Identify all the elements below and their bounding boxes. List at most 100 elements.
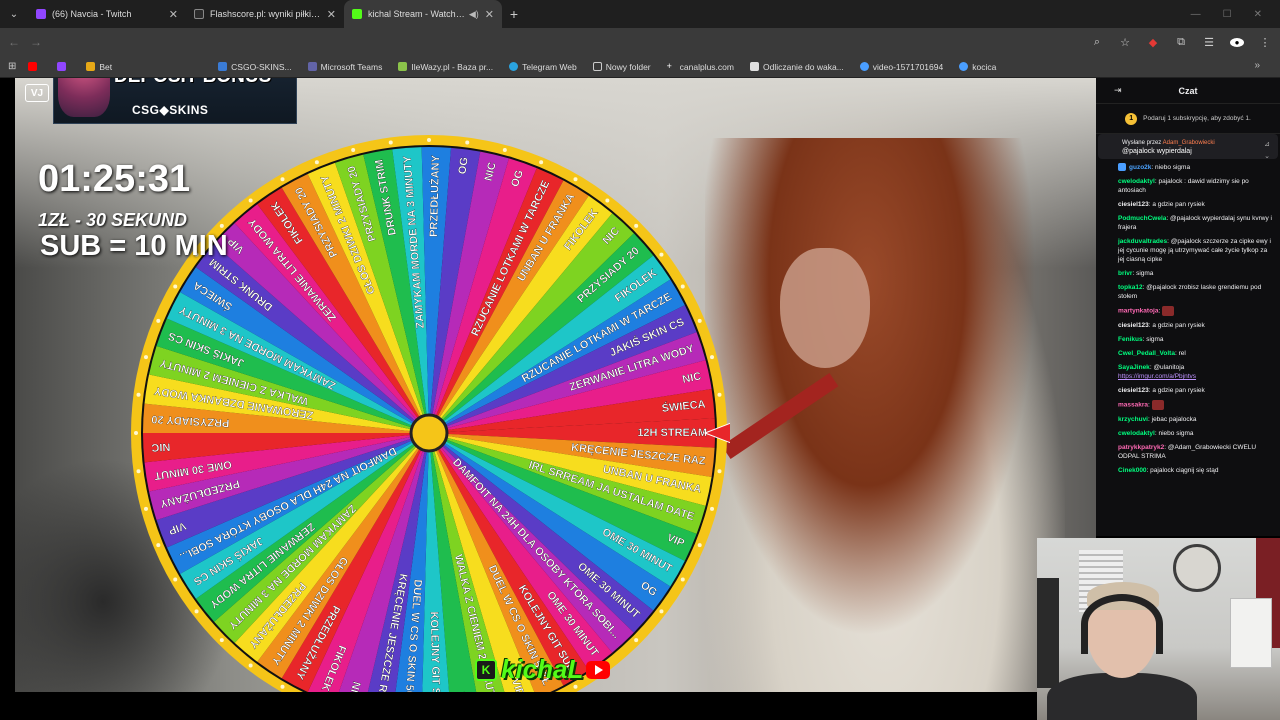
extension-red-icon[interactable]: ◆	[1146, 36, 1160, 49]
chat-link[interactable]: https://imgur.com/a/Pbjntvs	[1118, 373, 1196, 380]
chat-username[interactable]: massakra	[1118, 402, 1148, 409]
zoom-icon[interactable]: ⌕	[1090, 36, 1104, 49]
bookmark-icon	[749, 62, 759, 71]
forward-icon[interactable]: →	[30, 35, 52, 49]
chat-messages: guzo2k: niebo sigma cweloda​ktyl: pajaloc…	[1096, 159, 1280, 475]
wheel-rim-light	[680, 577, 685, 582]
tab-flashscore[interactable]: Flashscore.pl: wyniki piłki nożnej ✕	[186, 0, 344, 28]
bookmark-ilewazy[interactable]: IleWazy.pl - Baza pr...	[398, 62, 493, 72]
chat-username[interactable]: ciesiel123	[1118, 322, 1149, 329]
chat-username[interactable]: guzo2k	[1129, 164, 1151, 171]
tab-search-icon[interactable]: ⌄	[0, 0, 28, 28]
extensions-icon[interactable]: ⧉	[1174, 36, 1188, 49]
bookmark-canalplus[interactable]: + canalplus.com	[667, 62, 734, 72]
minimize-icon[interactable]: —	[1191, 9, 1201, 20]
youtube-icon	[28, 62, 38, 71]
close-icon[interactable]: ✕	[169, 8, 178, 21]
chat-username[interactable]: Cinek000	[1118, 467, 1147, 474]
wheel-rim-light	[219, 223, 224, 228]
wall-clock	[1173, 544, 1221, 592]
maximize-icon[interactable]: ☐	[1223, 9, 1232, 20]
chat-username[interactable]: martynkatoja	[1118, 308, 1158, 315]
chat-text: niebo sigma	[1158, 430, 1194, 437]
stream-video[interactable]: 12H STREAM KRĘCENIE JESZCZE RAZ UNBAN U FR…	[15, 78, 1096, 692]
chat-username[interactable]: topka12	[1118, 284, 1143, 291]
wheel-rim-light	[605, 198, 610, 203]
bookmark-label: Odliczanie do waka...	[762, 61, 844, 72]
chat-username[interactable]: brivr	[1118, 270, 1132, 277]
csgo-skins-ad[interactable]: GET $0.50 + 10% DEPOSIT BONUS CSG◆SKINS	[53, 78, 297, 124]
tab-title: (66) Navcia - Twitch	[52, 9, 132, 19]
canalplus-icon: +	[666, 61, 672, 71]
chat-username[interactable]: jackduvaltrades	[1118, 238, 1167, 245]
reading-list-icon[interactable]: ☰	[1202, 36, 1216, 49]
flashscore-icon	[194, 9, 204, 19]
chevron-down-icon[interactable]: ⌄	[1264, 152, 1270, 160]
tab-kick-stream[interactable]: kichal Stream - Watch Live ◀) ✕	[344, 0, 502, 28]
profile-icon[interactable]: ●	[1230, 37, 1244, 47]
wheel-rim-light	[280, 177, 285, 182]
bookmark-kocica[interactable]: kocica	[959, 62, 996, 72]
chat-username[interactable]: patrykkpatryk2	[1118, 444, 1164, 451]
chat-username[interactable]: krzychuvi	[1118, 416, 1148, 423]
wheel-rim-light	[173, 284, 178, 289]
speaker-icon[interactable]: ◀)	[469, 9, 479, 20]
collapse-chat-icon[interactable]: ⇥	[1114, 85, 1122, 96]
wheel-rim-light	[143, 506, 148, 511]
video-person-face	[780, 248, 870, 368]
bookmark-label: Bet	[99, 61, 113, 72]
tab-title: kichal Stream - Watch Live	[368, 9, 465, 19]
bookmark-bet[interactable]: Bet	[86, 62, 112, 72]
chat-username[interactable]: Cwel_Pedall_Volta	[1118, 350, 1175, 357]
back-icon[interactable]: ←	[8, 35, 30, 49]
new-tab-button[interactable]: +	[502, 6, 526, 22]
bookmark-csgo-skins[interactable]: CSGO-SKINS...	[218, 62, 292, 72]
chat-text: sigma	[1146, 336, 1164, 343]
wheel-rim-light	[634, 223, 639, 228]
prize-wheel: 12H STREAMKRĘCENIE JESZCZE RAZUNBAN U FR…	[131, 135, 730, 692]
chat-username[interactable]: ciesiel123	[1118, 201, 1149, 208]
star-icon[interactable]: ☆	[1118, 36, 1132, 49]
close-window-icon[interactable]: ✕	[1254, 9, 1262, 20]
wheel-rim-light	[573, 684, 578, 689]
chat-username[interactable]: cweloda​ktyl	[1118, 178, 1155, 185]
wheel-rim-light	[314, 160, 319, 165]
folder-icon	[592, 62, 602, 71]
more-bookmarks-icon[interactable]: »	[1254, 60, 1260, 71]
video-icon	[859, 62, 869, 71]
bookmark-twitch[interactable]	[57, 62, 70, 71]
chat-username[interactable]: cweloda​ktyl	[1118, 430, 1155, 437]
bookmark-label: kocica	[972, 61, 997, 72]
rate-text: 1ZŁ - 30 SEKUND	[38, 210, 188, 230]
bookmark-folder[interactable]: Nowy folder	[592, 62, 651, 72]
bookmark-icon	[86, 62, 96, 71]
youtube-icon	[586, 660, 611, 679]
close-icon[interactable]: ✕	[485, 8, 494, 21]
browser-tab-strip: ⌄ (66) Navcia - Twitch ✕ Flashscore.pl: …	[0, 0, 1280, 28]
chat-username[interactable]: SayaJinek	[1118, 364, 1150, 371]
bookmark-youtube[interactable]	[28, 62, 41, 71]
bookmark-video[interactable]: video-1571701694	[859, 62, 943, 72]
chat-username[interactable]: Fenikus	[1118, 336, 1143, 343]
menu-icon[interactable]: ⋮	[1258, 36, 1272, 49]
bookmark-odliczanie[interactable]: Odliczanie do waka...	[749, 61, 844, 72]
user-badge-icon	[1118, 163, 1126, 172]
close-icon[interactable]: ✕	[327, 8, 336, 21]
apps-icon[interactable]: ⊞	[8, 61, 16, 72]
telegram-icon	[509, 62, 519, 71]
chat-username[interactable]: ciesiel123	[1118, 387, 1149, 394]
wheel-rim-light	[717, 392, 722, 397]
bookmark-teams[interactable]: Microsoft Teams	[307, 62, 382, 72]
brand-text: kichaL	[501, 654, 584, 684]
browser-toolbar: ← → ⌕ ☆ ◆ ⧉ ☰ ● ⋮	[0, 28, 1280, 56]
wheel-rim-light	[136, 469, 141, 474]
chat-username[interactable]: PodmuchCwela	[1118, 215, 1166, 222]
pin-icon[interactable]: ⊿	[1264, 140, 1270, 148]
chat-text: a gdzie pan rysiek	[1152, 322, 1205, 329]
pinned-message[interactable]: Wysłane przez Adam_Grabowiecki @pajalock…	[1098, 134, 1278, 160]
chat-message: jackduvaltrades: @pajalock szczerze za c…	[1118, 238, 1271, 263]
tab-twitch[interactable]: (66) Navcia - Twitch ✕	[28, 0, 186, 28]
bookmark-telegram[interactable]: Telegram Web	[509, 62, 577, 72]
chat-message: SayaJinek: @ulanitoja https://imgur.com/a…	[1118, 364, 1197, 380]
sub-goal-banner[interactable]: 1 Podaruj 1 subskrypcję, aby zdobyć 1.	[1096, 104, 1280, 134]
